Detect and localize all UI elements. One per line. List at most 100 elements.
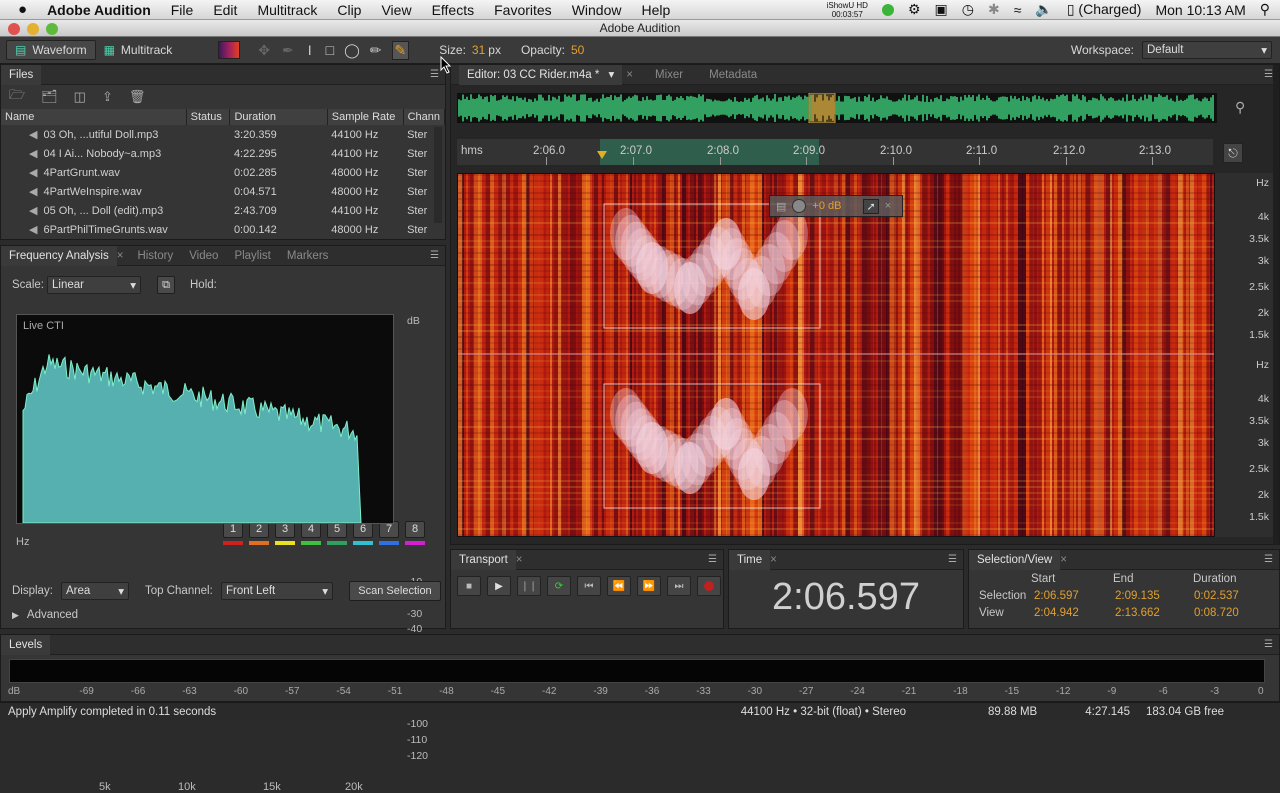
files-scrollbar[interactable] bbox=[434, 127, 442, 223]
hud-gain-value[interactable]: +0 dB bbox=[812, 200, 841, 212]
selection-end[interactable]: 2:09.135 bbox=[1115, 590, 1160, 602]
size-value[interactable]: 31 bbox=[472, 43, 485, 57]
headphone-monitor-icon[interactable]: ⎋ bbox=[1223, 143, 1243, 163]
zoom-icon[interactable]: ⚲ bbox=[1235, 99, 1245, 116]
fast-forward-button[interactable]: ⏩ bbox=[637, 576, 661, 596]
spectral-frequency-display[interactable] bbox=[457, 173, 1215, 537]
gear-icon[interactable]: ⚙ bbox=[908, 1, 921, 18]
tab-video[interactable]: Video bbox=[181, 246, 226, 266]
close-window-button[interactable] bbox=[8, 23, 20, 35]
panel-menu-icon[interactable]: ☰ bbox=[1264, 639, 1279, 650]
column-name[interactable]: Name bbox=[1, 109, 187, 125]
menu-clip[interactable]: Clip bbox=[327, 2, 371, 18]
selection-start[interactable]: 2:06.597 bbox=[1034, 590, 1079, 602]
current-time-display[interactable]: 2:06.597 bbox=[729, 576, 963, 619]
vertical-scrollbar[interactable] bbox=[1273, 65, 1279, 545]
panel-menu-icon[interactable]: ☰ bbox=[708, 554, 723, 565]
table-row[interactable]: ◀ 4PartGrunt.wav 0:02.285 48000 Hz Ster bbox=[1, 163, 445, 182]
waveform-overview[interactable] bbox=[457, 93, 1217, 123]
table-row[interactable]: ◀ 4PartWeInspire.wav 0:04.571 48000 Hz Ster bbox=[1, 182, 445, 201]
record-button[interactable] bbox=[697, 576, 721, 596]
close-tab-icon[interactable]: × bbox=[626, 69, 633, 81]
go-to-end-button[interactable]: ⏭ bbox=[667, 576, 691, 596]
advanced-disclosure[interactable]: ▶ Advanced bbox=[12, 609, 78, 621]
column-status[interactable]: Status bbox=[186, 109, 231, 125]
time-selection-tool-icon[interactable]: I bbox=[308, 42, 312, 58]
overview-view-range[interactable] bbox=[808, 93, 836, 123]
multitrack-view-button[interactable]: ▦ Multitrack bbox=[96, 40, 181, 60]
brush-tool-icon[interactable]: ✏ bbox=[370, 42, 382, 59]
volume-icon[interactable]: 🔈 bbox=[1035, 1, 1052, 18]
column-channels[interactable]: Chann bbox=[403, 109, 445, 125]
tab-frequency-analysis[interactable]: Frequency Analysis bbox=[1, 245, 117, 266]
table-row[interactable]: ◀ 6PartPhilTimeGrunts.wav 0:00.142 48000 Hz… bbox=[1, 220, 445, 239]
tab-files[interactable]: Files bbox=[1, 65, 42, 85]
marquee-tool-icon[interactable]: □ bbox=[326, 42, 334, 58]
display-icon[interactable]: ▣ bbox=[935, 1, 948, 18]
menu-view[interactable]: View bbox=[371, 2, 421, 18]
menu-file[interactable]: File bbox=[161, 2, 204, 18]
column-duration[interactable]: Duration bbox=[229, 109, 328, 125]
hold-button-8[interactable]: 8 bbox=[405, 521, 425, 538]
go-to-start-button[interactable]: ⏮ bbox=[577, 576, 601, 596]
move-tool-icon[interactable]: ✥ bbox=[258, 42, 270, 59]
menu-window[interactable]: Window bbox=[562, 2, 632, 18]
time-ruler[interactable]: hms 2:06.0 2:07.0 2:08.0 2:09.0 2:10.0 2:11.0… bbox=[457, 139, 1213, 165]
column-sample-rate[interactable]: Sample Rate bbox=[327, 109, 404, 125]
tab-editor[interactable]: Editor: 03 CC Rider.m4a * ▾ bbox=[459, 64, 623, 85]
table-row[interactable]: ◀ 03 Oh, ...utiful Doll.mp3 3:20.359 44100 … bbox=[1, 125, 445, 144]
gain-knob-icon[interactable] bbox=[792, 199, 807, 213]
close-tab-icon[interactable]: × bbox=[516, 554, 523, 566]
ishowu-status[interactable]: iShowU HD 00:03:57 bbox=[827, 1, 868, 19]
minimize-window-button[interactable] bbox=[27, 23, 39, 35]
tab-time[interactable]: Time bbox=[729, 549, 771, 570]
new-file-icon[interactable]: ◫ bbox=[74, 89, 86, 105]
workspace-dropdown[interactable]: Default ▾ bbox=[1142, 41, 1272, 59]
lasso-tool-icon[interactable]: ◯ bbox=[344, 42, 360, 59]
tab-levels[interactable]: Levels bbox=[1, 634, 51, 655]
view-duration[interactable]: 0:08.720 bbox=[1194, 607, 1239, 619]
time-machine-icon[interactable]: ◷ bbox=[962, 1, 974, 18]
app-menu[interactable]: Adobe Audition bbox=[37, 2, 161, 18]
view-end[interactable]: 2:13.662 bbox=[1115, 607, 1160, 619]
panel-menu-icon[interactable]: ☰ bbox=[430, 250, 445, 261]
waveform-view-button[interactable]: ▤ Waveform bbox=[6, 40, 96, 60]
view-start[interactable]: 2:04.942 bbox=[1034, 607, 1079, 619]
playhead-marker[interactable] bbox=[597, 151, 607, 159]
scan-selection-button[interactable]: Scan Selection bbox=[349, 581, 441, 601]
loop-playback-button[interactable]: ⟳ bbox=[547, 576, 571, 596]
close-tab-icon[interactable]: × bbox=[770, 554, 777, 566]
razor-tool-icon[interactable]: ✒ bbox=[282, 42, 294, 59]
open-file-icon[interactable]: 🗁 bbox=[9, 86, 25, 108]
spectrogram[interactable] bbox=[458, 174, 1214, 536]
menu-multitrack[interactable]: Multitrack bbox=[247, 2, 327, 18]
menu-favorites[interactable]: Favorites bbox=[484, 2, 562, 18]
menu-help[interactable]: Help bbox=[631, 2, 680, 18]
record-status-icon[interactable] bbox=[881, 3, 894, 16]
tab-markers[interactable]: Markers bbox=[279, 246, 337, 266]
menu-edit[interactable]: Edit bbox=[203, 2, 247, 18]
wifi-icon[interactable]: ≈ bbox=[1014, 2, 1022, 18]
scale-dropdown[interactable]: Linear ▾ bbox=[47, 276, 141, 294]
close-tab-icon[interactable]: × bbox=[1060, 554, 1067, 566]
display-dropdown[interactable]: Area ▾ bbox=[61, 582, 129, 600]
rewind-button[interactable]: ⏪ bbox=[607, 576, 631, 596]
top-channel-dropdown[interactable]: Front Left ▾ bbox=[221, 582, 333, 600]
tab-metadata[interactable]: Metadata bbox=[701, 65, 765, 85]
zoom-window-button[interactable] bbox=[46, 23, 58, 35]
tab-mixer[interactable]: Mixer bbox=[647, 65, 691, 85]
spotlight-search-icon[interactable]: ⚲ bbox=[1260, 1, 1270, 18]
close-hud-icon[interactable]: × bbox=[885, 200, 891, 212]
play-button[interactable]: ▶ bbox=[487, 576, 511, 596]
battery-status[interactable]: ▯ (Charged) bbox=[1067, 1, 1142, 18]
panel-menu-icon[interactable]: ☰ bbox=[948, 554, 963, 565]
bluetooth-icon[interactable]: ✱ bbox=[988, 1, 1000, 18]
tab-playlist[interactable]: Playlist bbox=[226, 246, 278, 266]
close-tab-icon[interactable]: × bbox=[117, 250, 124, 262]
spot-healing-tool-icon[interactable]: ✎ bbox=[391, 40, 410, 60]
menu-effects[interactable]: Effects bbox=[422, 2, 485, 18]
delete-file-icon[interactable]: 🗑 bbox=[129, 89, 146, 105]
copy-to-clipboard-icon[interactable]: ⧉ bbox=[157, 276, 175, 294]
pin-hud-icon[interactable]: ➚ bbox=[863, 198, 879, 214]
hud-gain-control[interactable]: ▤ +0 dB ➚ × bbox=[769, 195, 903, 217]
